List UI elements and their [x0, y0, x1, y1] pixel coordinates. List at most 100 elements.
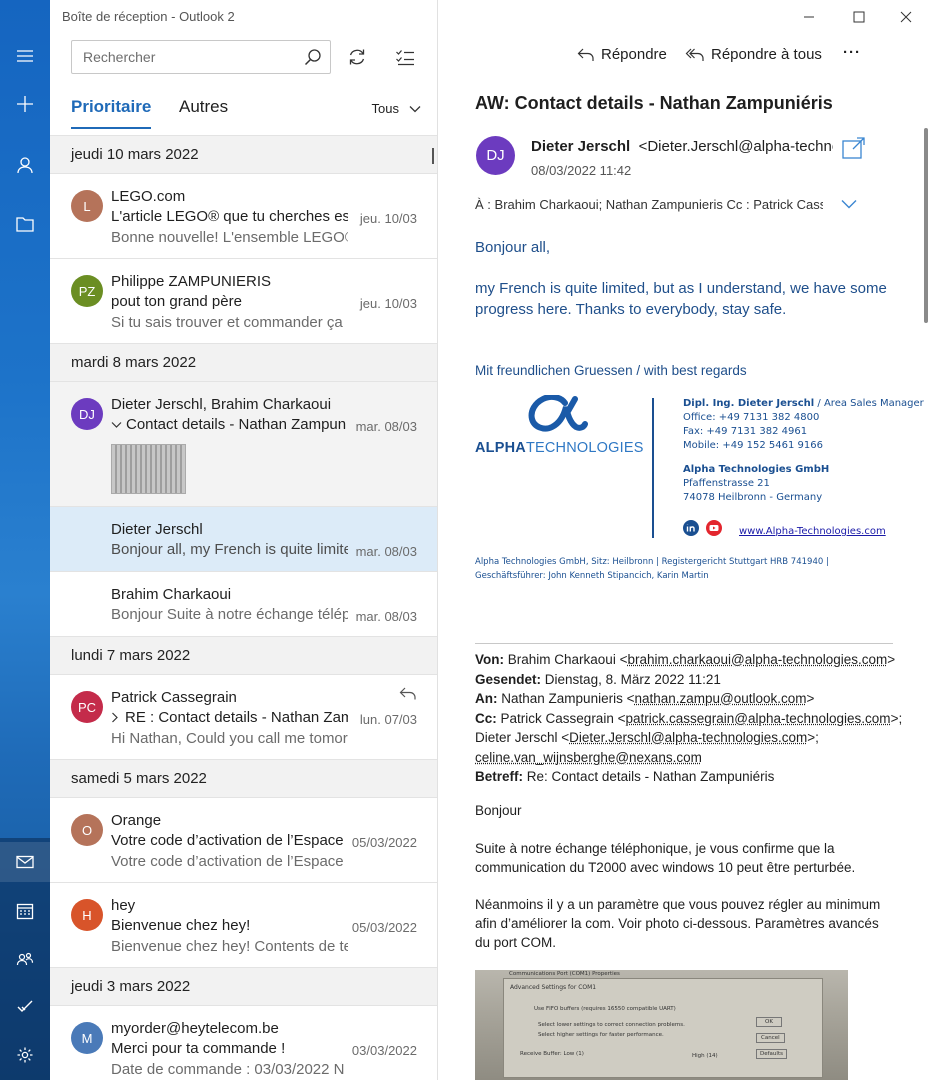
sync-icon[interactable]	[344, 44, 370, 70]
message-preview: Bonne nouvelle! L'ensemble LEGO®	[111, 229, 348, 246]
photo-defaults: Defaults	[756, 1049, 787, 1059]
signature-company: Alpha Technologies GmbH	[683, 464, 830, 475]
embedded-photo[interactable]: Communications Port (COM1) Properties Ad…	[475, 970, 848, 1080]
list-scrollbar[interactable]	[432, 148, 434, 164]
signature-name-line: Dipl. Ing. Dieter Jerschl / Area Sales M…	[683, 397, 924, 411]
cc-label: Cc :	[726, 197, 750, 212]
more-actions-button[interactable]: ···	[843, 44, 861, 61]
close-icon[interactable]	[891, 6, 921, 28]
message-preview: Votre code d’activation de l’Espace	[111, 853, 344, 870]
signature-website-link[interactable]: www.Alpha-Technologies.com	[739, 525, 886, 539]
quoted-sent: Gesendet: Dienstag, 8. März 2022 11:21	[475, 670, 915, 690]
maximize-icon[interactable]	[844, 6, 874, 28]
message-date: jeu. 10/03	[359, 296, 417, 311]
message-preview: Bienvenue chez hey! Contents de te	[111, 938, 348, 955]
message-item-selected[interactable]: Dieter Jerschl Bonjour all, my French is…	[50, 506, 437, 571]
message-item[interactable]: O Orange Votre code d’activation de l’Es…	[50, 797, 437, 882]
message-subject: L'article LEGO® que tu cherches est	[111, 208, 348, 225]
message-subject-row: RE : Contact details - Nathan Zamp	[111, 709, 348, 726]
body-regards: Mit freundlichen Gruessen / with best re…	[475, 363, 747, 378]
message-item[interactable]: PC Patrick Cassegrain RE : Contact detai…	[50, 674, 437, 759]
chevron-down-icon[interactable]	[111, 421, 122, 429]
alpha-symbol-logo-icon	[528, 395, 588, 432]
selection-mode-icon[interactable]	[392, 44, 418, 70]
new-mail-plus-icon[interactable]	[0, 84, 50, 124]
calendar-icon[interactable]	[0, 891, 50, 931]
reading-scrollbar[interactable]	[924, 128, 928, 323]
avatar: PZ	[71, 275, 103, 307]
search-box[interactable]: Rechercher	[71, 40, 331, 74]
signature-city: 74078 Heilbronn - Germany	[683, 492, 823, 503]
search-input[interactable]: Rechercher	[72, 49, 296, 65]
attachment-thumbnail[interactable]	[111, 444, 186, 494]
tab-other[interactable]: Autres	[179, 97, 228, 117]
message-date: mar. 08/03	[355, 609, 417, 624]
message-sender: Patrick Cassegrain	[111, 689, 237, 706]
chevron-right-icon[interactable]	[111, 712, 119, 723]
message-item[interactable]: H hey Bienvenue chez hey! Bienvenue chez…	[50, 882, 437, 967]
mail-envelope-icon[interactable]	[0, 842, 50, 882]
reply-all-button[interactable]: Répondre à tous	[685, 46, 822, 63]
reply-all-label: Répondre à tous	[711, 46, 822, 63]
message-preview: Hi Nathan, Could you call me tomori	[111, 730, 348, 747]
reply-button[interactable]: Répondre	[577, 46, 667, 63]
quoted-cc-email-link[interactable]: Dieter.Jerschl@alpha-technologies.com	[569, 730, 807, 745]
youtube-icon[interactable]	[706, 520, 722, 536]
message-item[interactable]: Brahim Charkaoui Bonjour Suite à notre é…	[50, 571, 437, 636]
message-subject: Bienvenue chez hey!	[111, 917, 251, 934]
quoted-to-email-link[interactable]: nathan.zampu@outlook.com	[634, 691, 806, 706]
message-list-pane: Boîte de réception - Outlook 2 Recherche…	[50, 0, 438, 1080]
linkedin-icon[interactable]	[683, 520, 699, 536]
minimize-icon[interactable]	[794, 6, 824, 28]
quoted-from-email-link[interactable]: brahim.charkaoui@alpha-technologies.com	[627, 652, 887, 667]
quoted-paragraph-line: Suite à notre échange téléphonique, je v…	[475, 841, 835, 856]
folder-icon[interactable]	[0, 204, 50, 244]
window-title: Boîte de réception - Outlook 2	[62, 9, 235, 24]
email-subject: AW: Contact details - Nathan Zampuniéris	[475, 93, 833, 113]
avatar: O	[71, 814, 103, 846]
date-group-header: jeudi 10 mars 2022	[50, 135, 437, 173]
search-icon[interactable]	[296, 41, 330, 73]
message-sender: Orange	[111, 812, 162, 829]
message-date: mar. 08/03	[355, 419, 417, 434]
reply-label: Répondre	[601, 46, 667, 63]
reading-pane: Répondre Répondre à tous ··· AW: Contact…	[438, 0, 928, 1080]
quoted-cc-email-link[interactable]: celine.van_wijnsberghe@nexans.com	[475, 750, 702, 765]
sender-line[interactable]: Dieter Jerschl <Dieter.Jerschl@alpha-tec…	[531, 138, 833, 155]
message-date: jeu. 10/03	[359, 211, 417, 226]
expand-recipients-chevron-icon[interactable]	[841, 199, 857, 209]
account-person-icon[interactable]	[0, 145, 50, 185]
message-item[interactable]: L LEGO.com L'article LEGO® que tu cherch…	[50, 173, 437, 258]
filter-dropdown[interactable]: Tous	[372, 101, 421, 116]
sender-avatar[interactable]: DJ	[476, 136, 515, 175]
quoted-cc-line: celine.van_wijnsberghe@nexans.com	[475, 748, 915, 768]
recipients-line: À : Brahim Charkaoui; Nathan Zampunieris…	[475, 197, 823, 212]
photo-window-title: Communications Port (COM1) Properties	[509, 971, 620, 977]
quoted-header: Von: Brahim Charkaoui <brahim.charkaoui@…	[475, 650, 915, 787]
signature-street: Pfaffenstrasse 21	[683, 478, 770, 489]
message-item[interactable]: M myorder@heytelecom.be Merci pour ta co…	[50, 1005, 437, 1080]
quoted-sent-label: Gesendet:	[475, 671, 542, 687]
body-paragraph-line: my French is quite limited, but as I und…	[475, 280, 887, 297]
hamburger-menu-icon[interactable]	[0, 36, 50, 76]
photo-dialog: Advanced Settings for COM1 Use FIFO buff…	[503, 978, 823, 1078]
company-logo: ALPHATECHNOLOGIES	[475, 393, 645, 473]
message-item[interactable]: PZ Philippe ZAMPUNIERIS pout ton grand p…	[50, 258, 437, 343]
todo-check-icon[interactable]	[0, 986, 50, 1026]
photo-low-text: Select lower settings to correct connect…	[538, 1022, 685, 1028]
signature-name: Dipl. Ing. Dieter Jerschl	[683, 398, 815, 409]
open-in-new-window-icon[interactable]	[842, 137, 866, 159]
settings-gear-icon[interactable]	[0, 1035, 50, 1075]
message-subject-row: Contact details - Nathan Zampun	[111, 416, 348, 433]
quoted-from: Von: Brahim Charkaoui <brahim.charkaoui@…	[475, 652, 896, 667]
reply-icon	[577, 48, 594, 61]
date-group-header: samedi 5 mars 2022	[50, 759, 437, 797]
conversation-item[interactable]: DJ Dieter Jerschl, Brahim Charkaoui Cont…	[50, 381, 437, 506]
photo-fifo-text: Use FIFO buffers (requires 16550 compati…	[534, 1006, 676, 1012]
quoted-cc-email-link[interactable]: patrick.cassegrain@alpha-technologies.co…	[625, 711, 890, 726]
message-sender: Brahim Charkaoui	[111, 586, 232, 603]
tab-focused[interactable]: Prioritaire	[71, 97, 152, 129]
replied-icon	[399, 687, 416, 700]
quoted-from-label: Von:	[475, 652, 504, 667]
people-icon[interactable]	[0, 939, 50, 979]
